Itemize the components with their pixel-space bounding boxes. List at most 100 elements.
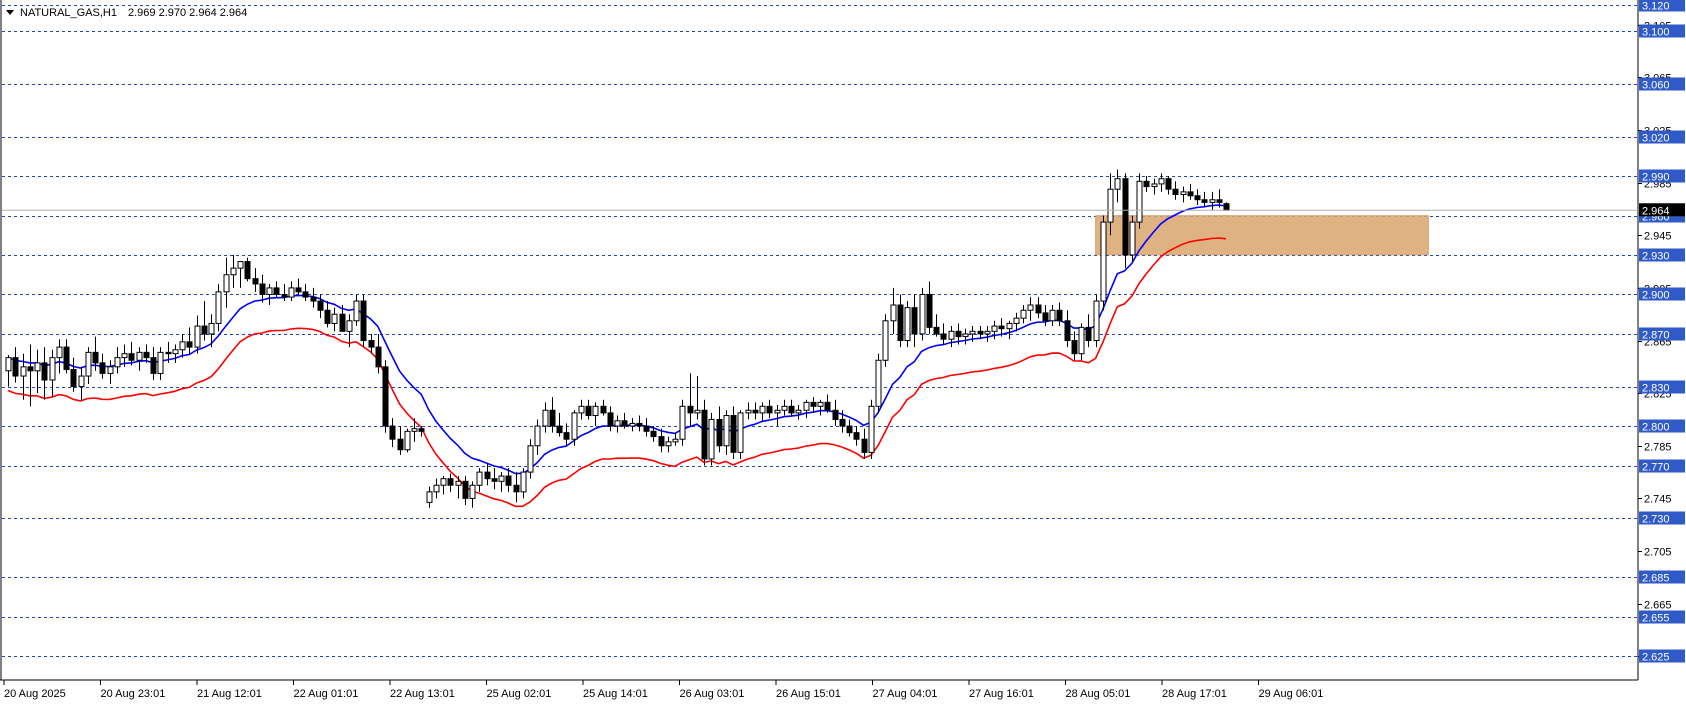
candle-bear[interactable]	[788, 405, 795, 414]
price-chart[interactable]: 3.1053.0653.0252.9852.9452.9052.8652.825…	[0, 0, 1686, 704]
candle-bull[interactable]	[875, 359, 882, 407]
candle-bear[interactable]	[549, 409, 556, 427]
candle-bull[interactable]	[223, 274, 230, 293]
candle-bull[interactable]	[208, 322, 215, 335]
candle-bear[interactable]	[911, 307, 918, 335]
candle-bear[interactable]	[1035, 304, 1042, 314]
candle-bull[interactable]	[440, 478, 447, 486]
candle-bull[interactable]	[455, 480, 462, 486]
candle-bull[interactable]	[781, 405, 788, 411]
candle-bull[interactable]	[172, 349, 179, 355]
candle-bear[interactable]	[933, 326, 940, 335]
candle-bull[interactable]	[1209, 199, 1216, 203]
candle-bear[interactable]	[998, 325, 1005, 330]
candle-bear[interactable]	[1187, 191, 1194, 197]
candle-bear[interactable]	[1071, 340, 1078, 355]
candle-bull[interactable]	[1078, 326, 1085, 355]
candle-bull[interactable]	[49, 357, 56, 381]
candle-bear[interactable]	[650, 430, 657, 438]
candle-bull[interactable]	[904, 307, 911, 342]
candle-bull[interactable]	[694, 409, 701, 414]
candle-bull[interactable]	[969, 330, 976, 335]
candle-bull[interactable]	[194, 325, 201, 348]
candle-bear[interactable]	[70, 368, 77, 388]
highlight-zone[interactable]	[1095, 215, 1429, 256]
candle-bull[interactable]	[1180, 191, 1187, 195]
candle-bear[interactable]	[730, 415, 737, 453]
candle-bull[interactable]	[230, 267, 237, 276]
candle-bull[interactable]	[5, 357, 12, 372]
candle-bear[interactable]	[389, 425, 396, 440]
candle-bull[interactable]	[114, 357, 121, 368]
candle-bear[interactable]	[150, 357, 157, 374]
candle-bull[interactable]	[679, 405, 686, 440]
candle-bear[interactable]	[1143, 180, 1150, 188]
candle-bull[interactable]	[353, 300, 360, 322]
candle-bear[interactable]	[810, 401, 817, 407]
candle-bear[interactable]	[143, 351, 150, 359]
candle-bear[interactable]	[310, 296, 317, 302]
candle-bull[interactable]	[78, 375, 85, 388]
candle-bull[interactable]	[179, 341, 186, 351]
candle-bull[interactable]	[962, 333, 969, 338]
candle-bear[interactable]	[926, 293, 933, 328]
candle-bull[interactable]	[1100, 221, 1107, 302]
candle-bear[interactable]	[861, 438, 868, 453]
candle-bear[interactable]	[752, 409, 759, 414]
candle-bull[interactable]	[737, 412, 744, 453]
candle-bull[interactable]	[1114, 178, 1121, 190]
candle-bull[interactable]	[34, 362, 41, 372]
candle-bull[interactable]	[520, 471, 527, 493]
candle-bear[interactable]	[766, 405, 773, 414]
candle-bull[interactable]	[795, 409, 802, 414]
candle-bear[interactable]	[418, 428, 425, 432]
candle-bear[interactable]	[382, 366, 389, 427]
candle-bear[interactable]	[636, 422, 643, 427]
candle-bull[interactable]	[20, 366, 27, 377]
candle-bear[interactable]	[1064, 320, 1071, 342]
candle-bull[interactable]	[534, 425, 541, 447]
candle-bear[interactable]	[505, 475, 512, 486]
candle-bull[interactable]	[1093, 300, 1100, 342]
candle-bear[interactable]	[281, 293, 288, 298]
candle-bull[interactable]	[1049, 309, 1056, 322]
candle-bear[interactable]	[643, 425, 650, 432]
candle-bear[interactable]	[658, 436, 665, 447]
candle-bull[interactable]	[346, 320, 353, 332]
candle-bull[interactable]	[1020, 309, 1027, 319]
candle-bull[interactable]	[1136, 180, 1143, 223]
candle-bear[interactable]	[259, 283, 266, 295]
candle-bull[interactable]	[991, 325, 998, 332]
candle-bear[interactable]	[484, 471, 491, 480]
candle-bear[interactable]	[63, 346, 70, 370]
candle-bull[interactable]	[85, 351, 92, 377]
candle-bull[interactable]	[1013, 317, 1020, 324]
candle-bear[interactable]	[1056, 309, 1063, 322]
candle-bull[interactable]	[745, 409, 752, 414]
candle-bear[interactable]	[716, 418, 723, 447]
candle-bear[interactable]	[462, 480, 469, 499]
candle-bull[interactable]	[542, 409, 549, 427]
candle-bear[interactable]	[832, 409, 839, 420]
candle-bear[interactable]	[12, 357, 19, 377]
candle-bear[interactable]	[1172, 188, 1179, 195]
candle-bull[interactable]	[1129, 221, 1136, 256]
candle-bull[interactable]	[56, 346, 63, 359]
candle-bear[interactable]	[41, 362, 48, 381]
candle-bull[interactable]	[774, 409, 781, 414]
candle-bear[interactable]	[1194, 195, 1201, 201]
candle-bear[interactable]	[853, 432, 860, 440]
candle-bear[interactable]	[368, 340, 375, 348]
candle-bear[interactable]	[607, 412, 614, 427]
candle-bear[interactable]	[273, 287, 280, 295]
candle-bull[interactable]	[708, 418, 715, 460]
candle-bull[interactable]	[629, 422, 636, 427]
candle-bear[interactable]	[128, 353, 135, 361]
candle-bear[interactable]	[1042, 312, 1049, 322]
candle-bull[interactable]	[1151, 183, 1158, 188]
candle-bull[interactable]	[476, 471, 483, 486]
candle-bear[interactable]	[687, 405, 694, 414]
candle-bull[interactable]	[527, 445, 534, 473]
candle-bear[interactable]	[92, 351, 99, 364]
candle-bear[interactable]	[317, 300, 324, 311]
